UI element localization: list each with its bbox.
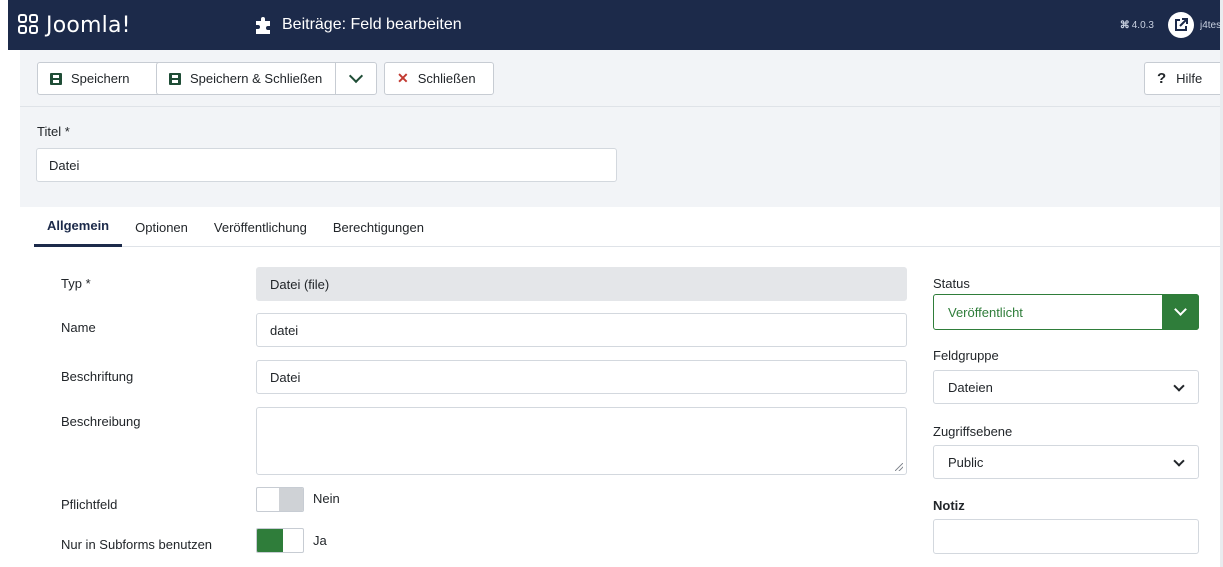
save-button[interactable]: Speichern (37, 62, 165, 95)
save-button-label: Speichern (71, 71, 130, 86)
logo-text: Joomla! (46, 12, 131, 38)
toggle-knob (257, 529, 283, 552)
name-input[interactable]: datei (256, 313, 907, 347)
tab-optionen[interactable]: Optionen (122, 207, 201, 247)
note-input[interactable] (933, 519, 1199, 554)
external-link-icon (1175, 18, 1188, 31)
chevron-down-icon (1173, 380, 1185, 392)
subform-label: Nur in Subforms benutzen (61, 537, 213, 552)
fieldgroup-label: Feldgruppe (933, 348, 999, 363)
required-toggle[interactable] (256, 487, 304, 512)
description-label: Beschreibung (61, 414, 141, 429)
question-icon: ? (1157, 70, 1167, 87)
name-label: Name (61, 320, 96, 335)
subform-toggle-value: Ja (313, 533, 327, 548)
type-field: Datei (file) (256, 267, 907, 301)
tab-veroeffentlichung[interactable]: Veröffentlichung (201, 207, 320, 247)
tab-allgemein[interactable]: Allgemein (34, 207, 123, 247)
status-select[interactable]: Veröffentlicht (933, 294, 1199, 330)
puzzle-icon (256, 17, 270, 34)
subform-toggle[interactable] (256, 528, 304, 553)
joomla-small-icon: ⌘ (1119, 19, 1130, 31)
help-button[interactable]: ? Hilfe (1144, 62, 1220, 95)
app-header: Joomla! Beiträge: Feld bearbeiten ⌘ 4.0.… (8, 0, 1220, 50)
save-icon (169, 72, 181, 85)
user-menu[interactable]: j4tes (1200, 20, 1220, 31)
title-label: Titel * (37, 124, 70, 139)
save-dropdown-toggle[interactable] (335, 62, 377, 95)
help-button-label: Hilfe (1176, 71, 1203, 86)
toggle-knob (279, 488, 303, 511)
save-close-button[interactable]: Speichern & Schließen (156, 62, 336, 95)
caption-label: Beschriftung (61, 369, 134, 384)
page-title: Beiträge: Feld bearbeiten (282, 16, 462, 33)
required-toggle-value: Nein (313, 491, 340, 506)
fieldgroup-value: Dateien (948, 379, 993, 395)
joomla-logo-icon (18, 14, 40, 36)
joomla-logo[interactable]: Joomla! (8, 13, 244, 38)
type-label: Typ * (61, 276, 91, 291)
required-label: Pflichtfeld (61, 497, 118, 512)
tab-berechtigungen[interactable]: Berechtigungen (320, 207, 437, 247)
save-close-button-label: Speichern & Schließen (190, 71, 323, 86)
description-textarea[interactable] (256, 407, 907, 475)
close-icon: ✕ (397, 70, 409, 86)
caption-input[interactable]: Datei (256, 360, 907, 394)
view-site-button[interactable] (1168, 12, 1194, 38)
access-label: Zugriffsebene (933, 424, 1013, 439)
save-icon (50, 72, 62, 85)
version-badge: ⌘ 4.0.3 (1120, 20, 1154, 31)
page-heading: Beiträge: Feld bearbeiten (244, 16, 1120, 34)
chevron-down-icon (348, 68, 364, 84)
version-text: 4.0.3 (1131, 19, 1154, 31)
close-button[interactable]: ✕ Schließen (384, 62, 494, 95)
close-button-label: Schließen (417, 71, 476, 86)
access-select[interactable]: Public (933, 445, 1199, 479)
note-label: Notiz (933, 498, 965, 513)
chevron-down-icon (1162, 294, 1199, 330)
toolbar: Speichern Speichern & Schließen ✕ Schlie… (20, 50, 1220, 107)
tab-bar: Allgemein Optionen Veröffentlichung Bere… (34, 207, 1220, 247)
title-input[interactable] (36, 148, 617, 182)
status-label: Status (933, 276, 970, 291)
fieldgroup-select[interactable]: Dateien (933, 370, 1199, 404)
chevron-down-icon (1173, 455, 1185, 467)
resize-handle-icon[interactable] (895, 463, 903, 471)
status-value: Veröffentlicht (948, 304, 1023, 320)
access-value: Public (948, 454, 984, 470)
